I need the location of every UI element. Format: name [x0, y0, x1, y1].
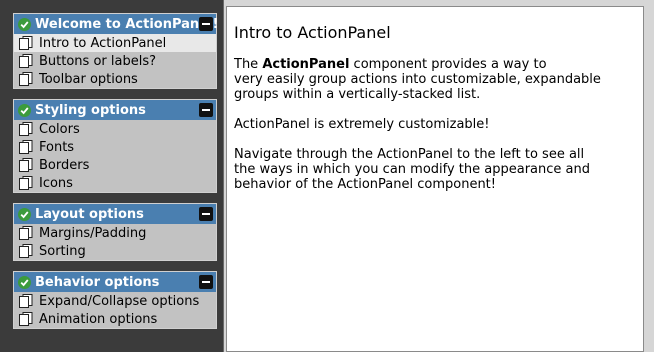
pages-icon	[19, 72, 33, 86]
item-label: Intro to ActionPanel	[39, 35, 167, 51]
group-styling: Styling options Colors Fonts Borders Ico…	[13, 99, 217, 193]
item-expand-collapse-options[interactable]: Expand/Collapse options	[14, 292, 216, 310]
customizable-paragraph: ActionPanel is extremely customizable!	[234, 117, 490, 132]
pages-icon	[19, 36, 33, 50]
item-fonts[interactable]: Fonts	[14, 138, 216, 156]
item-animation-options[interactable]: Animation options	[14, 310, 216, 328]
bold-text: ActionPanel	[262, 57, 350, 72]
window-edge	[644, 0, 654, 352]
item-label: Borders	[39, 157, 90, 173]
check-circle-icon	[18, 17, 31, 31]
item-label: Buttons or labels?	[39, 53, 156, 69]
pages-icon	[19, 176, 33, 190]
group-title: Layout options	[35, 206, 144, 222]
item-colors[interactable]: Colors	[14, 120, 216, 138]
item-label: Colors	[39, 121, 80, 137]
group-title: Behavior options	[35, 274, 160, 290]
text: Navigate through the ActionPanel to the …	[234, 147, 585, 162]
intro-paragraph: The ActionPanel component provides a way…	[234, 57, 634, 102]
item-borders[interactable]: Borders	[14, 156, 216, 174]
collapse-minus-icon[interactable]	[199, 103, 213, 117]
group-header-welcome[interactable]: Welcome to ActionPanel!	[14, 14, 219, 34]
check-circle-icon	[18, 275, 31, 289]
item-buttons-or-labels[interactable]: Buttons or labels?	[14, 52, 216, 70]
check-circle-icon	[18, 207, 31, 221]
pages-icon	[19, 226, 33, 240]
pages-icon	[19, 312, 33, 326]
pages-icon	[19, 140, 33, 154]
group-title: Welcome to ActionPanel!	[35, 16, 219, 32]
collapse-minus-icon[interactable]	[199, 275, 213, 289]
item-label: Margins/Padding	[39, 225, 147, 241]
text: component provides a way to	[349, 57, 547, 72]
text: behavior of the ActionPanel component!	[234, 177, 496, 192]
check-circle-icon	[18, 103, 31, 117]
item-label: Fonts	[39, 139, 75, 155]
group-header-behavior[interactable]: Behavior options	[14, 272, 216, 292]
item-icons[interactable]: Icons	[14, 174, 216, 192]
group-welcome: Welcome to ActionPanel! Intro to ActionP…	[13, 13, 219, 89]
pages-icon	[19, 158, 33, 172]
group-layout: Layout options Margins/Padding Sorting	[13, 203, 217, 261]
item-label: Sorting	[39, 243, 86, 259]
text: the ways in which you can modify the app…	[234, 162, 590, 177]
group-header-layout[interactable]: Layout options	[14, 204, 216, 224]
content-panel: Intro to ActionPanel The ActionPanel com…	[226, 6, 644, 352]
item-label: Expand/Collapse options	[39, 293, 200, 309]
group-title: Styling options	[35, 102, 146, 118]
text: The	[234, 57, 263, 72]
item-intro[interactable]: Intro to ActionPanel	[14, 34, 216, 52]
item-label: Icons	[39, 175, 73, 191]
navigate-paragraph: Navigate through the ActionPanel to the …	[234, 147, 634, 192]
collapse-minus-icon[interactable]	[199, 17, 213, 31]
item-toolbar-options[interactable]: Toolbar options	[14, 70, 216, 88]
group-behavior: Behavior options Expand/Collapse options…	[13, 271, 217, 329]
pages-icon	[19, 122, 33, 136]
pages-icon	[19, 54, 33, 68]
action-panel-sidebar: Welcome to ActionPanel! Intro to ActionP…	[0, 0, 224, 352]
group-header-styling[interactable]: Styling options	[14, 100, 216, 120]
item-margins-padding[interactable]: Margins/Padding	[14, 224, 216, 242]
collapse-minus-icon[interactable]	[199, 207, 213, 221]
item-label: Toolbar options	[39, 71, 138, 87]
text: groups within a vertically-stacked list.	[234, 87, 481, 102]
text: very easily group actions into customiza…	[234, 72, 601, 87]
page-title: Intro to ActionPanel	[234, 23, 391, 42]
pages-icon	[19, 244, 33, 258]
item-sorting[interactable]: Sorting	[14, 242, 216, 260]
item-label: Animation options	[39, 311, 158, 327]
pages-icon	[19, 294, 33, 308]
